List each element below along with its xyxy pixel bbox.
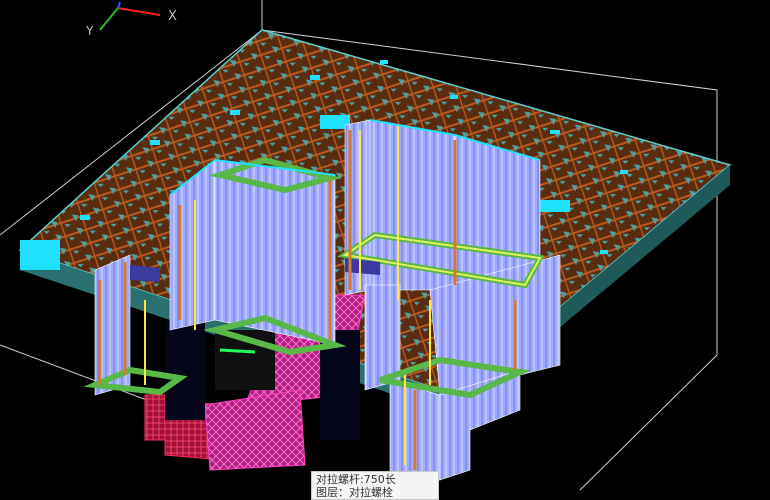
- ucs-y-label: Y: [86, 24, 94, 38]
- formwork-model-view[interactable]: [0, 0, 770, 500]
- tooltip-object-name: 对拉螺杆:750长: [316, 473, 396, 486]
- object-tooltip: 对拉螺杆:750长 图层：对拉螺栓: [311, 471, 439, 500]
- ucs-x-label: X: [168, 9, 177, 24]
- green-rebar: [219, 348, 256, 354]
- tooltip-layer: 图层：对拉螺栓: [316, 486, 393, 499]
- cad-3d-viewport[interactable]: X Y 对拉螺杆:750长 图层：对拉螺栓: [0, 0, 770, 500]
- ucs-icon: [99, 1, 161, 31]
